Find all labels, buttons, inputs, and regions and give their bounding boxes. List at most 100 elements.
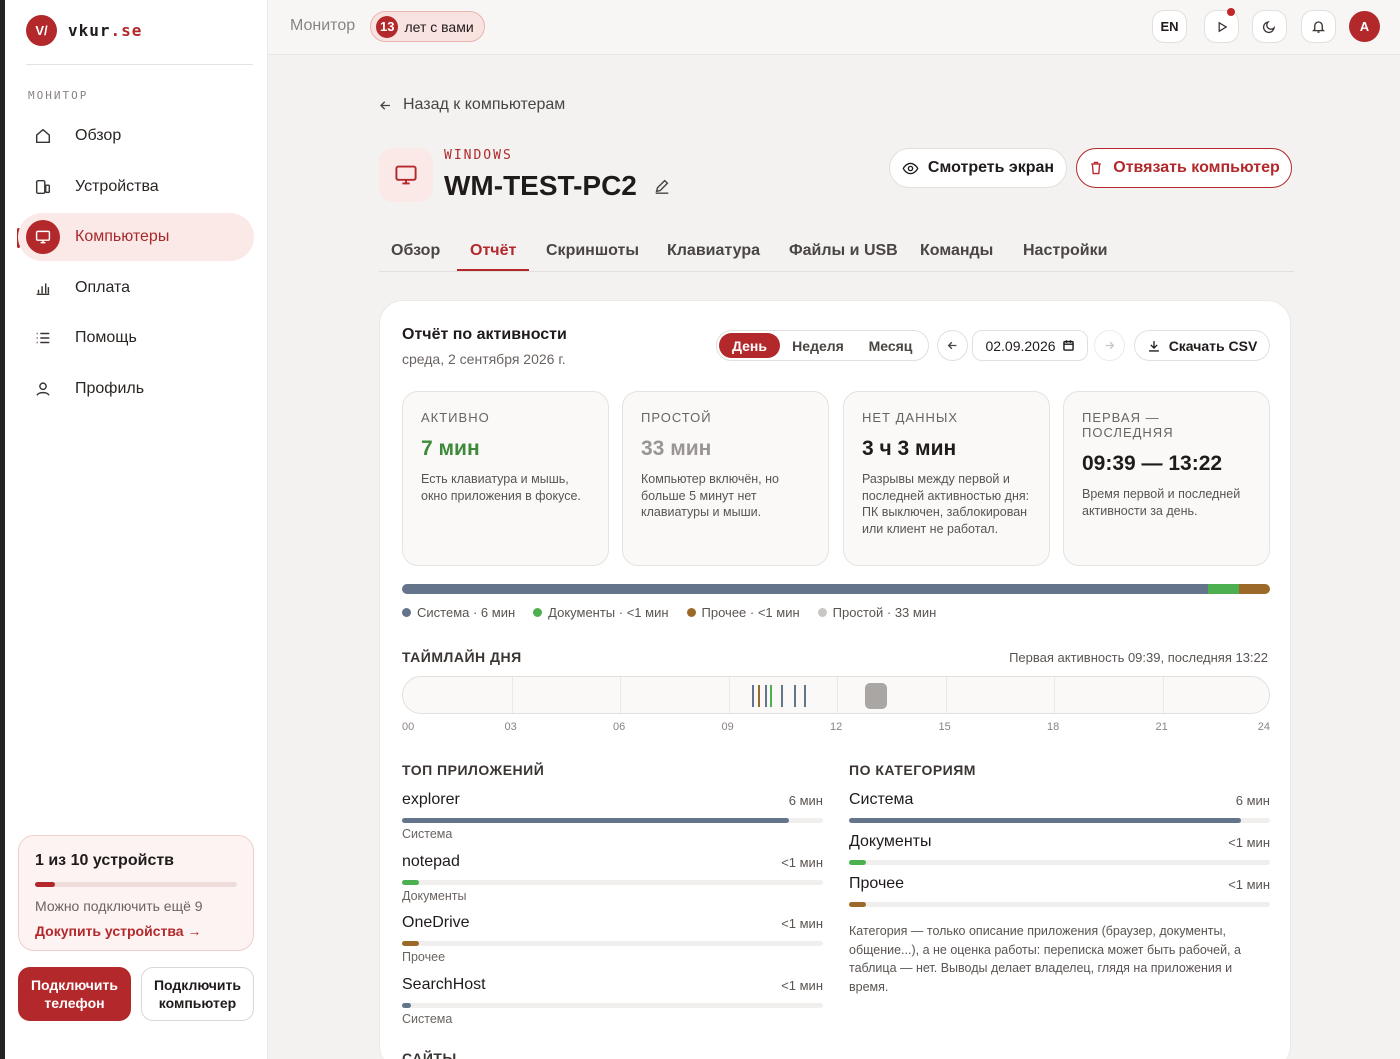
period-week[interactable]: Неделя xyxy=(780,333,856,358)
usage-time: <1 мин xyxy=(781,916,823,931)
notifications-button[interactable] xyxy=(1301,10,1336,43)
download-csv-label: Скачать CSV xyxy=(1168,337,1258,354)
stat-label: ПЕРВАЯ — ПОСЛЕДНЯЯ xyxy=(1082,410,1174,440)
legend-dot xyxy=(402,608,411,617)
usage-fill xyxy=(402,818,790,823)
avatar[interactable]: A xyxy=(1349,11,1380,42)
tab-report[interactable]: Отчёт xyxy=(470,242,516,260)
logo[interactable]: V/ vkur.se xyxy=(26,15,142,46)
connect-computer-button[interactable]: Подключить компьютер xyxy=(141,967,254,1021)
prev-day-button[interactable] xyxy=(937,330,968,361)
sidebar-item-help[interactable]: Помощь xyxy=(18,314,254,362)
connect-computer-label: Подключить компьютер xyxy=(153,977,241,1011)
tab-keyboard[interactable]: Клавиатура xyxy=(667,242,760,260)
usage-time: <1 мин xyxy=(781,854,823,870)
legend-label: Прочее · <1 мин xyxy=(701,605,800,620)
app-row[interactable]: OneDrive <1 мин Прочее xyxy=(402,914,823,974)
back-link[interactable]: Назад к компьютерам xyxy=(378,96,565,114)
timeline-title: ТАЙМЛАЙН ДНЯ xyxy=(402,649,522,665)
timeline-ticks: 00 03 06 09 12 15 18 21 24 xyxy=(402,721,1270,735)
devices-quota-card: 1 из 10 устройств Можно подключить ещё 9… xyxy=(18,835,254,951)
usage-track xyxy=(849,860,1270,865)
sidebar-item-label: Оплата xyxy=(75,279,131,296)
activity-mark xyxy=(770,685,773,707)
activity-mark xyxy=(804,685,807,707)
tab-files-usb[interactable]: Файлы и USB xyxy=(789,242,898,260)
timeline-tick: 24 xyxy=(1257,721,1270,733)
activity-mark xyxy=(764,685,767,707)
report-date: среда, 2 сентября 2026 г. xyxy=(402,351,566,367)
stat-active: АКТИВНО 7 мин Есть клавиатура и мышь, ок… xyxy=(402,391,609,566)
sidebar-item-overview[interactable]: Обзор xyxy=(18,112,254,160)
app-category: Прочее xyxy=(402,950,446,964)
stat-description: Разрывы между первой и последней активно… xyxy=(862,472,1030,536)
timeline-tick: 03 xyxy=(504,721,517,733)
app-row[interactable]: notepad <1 мин Документы xyxy=(402,853,823,913)
years-badge: 13 лет с вами xyxy=(370,11,485,42)
edit-icon[interactable] xyxy=(653,177,671,195)
legend-label: Документы · <1 мин xyxy=(548,605,669,620)
moon-icon xyxy=(1262,21,1275,34)
date-value: 02.09.2026 xyxy=(985,337,1056,354)
stat-value: 09:39 — 13:22 xyxy=(1082,452,1223,475)
tab-settings[interactable]: Настройки xyxy=(1023,242,1107,260)
theme-toggle-button[interactable] xyxy=(1252,10,1287,43)
activity-mark xyxy=(780,685,783,707)
language-button[interactable]: EN xyxy=(1152,10,1187,43)
tab-commands[interactable]: Команды xyxy=(920,242,993,260)
usage-time: 6 мин xyxy=(1235,793,1270,808)
sidebar-item-label: Компьютеры xyxy=(75,228,170,245)
computer-name: WM-TEST-PC2 xyxy=(444,170,671,202)
next-day-button[interactable] xyxy=(1094,330,1125,361)
activity-report-card: Отчёт по активности среда, 2 сентября 20… xyxy=(379,300,1291,1059)
years-count: 13 xyxy=(376,15,399,38)
date-input[interactable]: 02.09.2026 xyxy=(972,330,1088,361)
timeline-tick: 06 xyxy=(613,721,626,733)
legend-dot xyxy=(533,608,543,617)
timeline-gridline xyxy=(1054,677,1055,713)
devices-icon xyxy=(18,178,68,196)
app-row[interactable]: explorer 6 мин Система xyxy=(402,791,823,851)
buy-devices-link[interactable]: Докупить устройства → xyxy=(35,923,237,939)
sidebar-item-computers[interactable]: Компьютеры xyxy=(18,213,254,261)
monitor-icon xyxy=(18,220,68,254)
usage-track xyxy=(849,818,1270,823)
categories-title: ПО КАТЕГОРИЯМ xyxy=(849,762,976,778)
tab-overview[interactable]: Обзор xyxy=(391,242,440,260)
download-csv-button[interactable]: Скачать CSV xyxy=(1134,330,1270,361)
timeline-tick: 00 xyxy=(402,721,415,733)
breadcrumb[interactable]: Монитор xyxy=(290,17,355,35)
timeline-gridline xyxy=(728,677,730,713)
usage-fill xyxy=(849,860,866,865)
timeline-gridline xyxy=(837,677,838,713)
trash-icon xyxy=(1091,161,1102,175)
logo-text: vkur.se xyxy=(68,21,143,40)
category-share-bar xyxy=(402,584,1270,594)
play-button[interactable] xyxy=(1204,8,1239,43)
day-timeline[interactable] xyxy=(402,676,1270,714)
period-switch: День Неделя Месяц xyxy=(716,330,929,361)
period-day[interactable]: День xyxy=(719,333,780,358)
legend-label: Система · 6 мин xyxy=(417,605,516,620)
app-row[interactable]: SearchHost <1 мин Система xyxy=(402,976,823,1036)
connect-phone-button[interactable]: Подключить телефон xyxy=(18,967,131,1021)
topbar: Монитор 13 лет с вами EN A xyxy=(268,0,1400,55)
bell-icon xyxy=(1311,21,1326,33)
activity-mark xyxy=(758,685,761,707)
app-category: Документы xyxy=(402,888,467,903)
sidebar-item-devices[interactable]: Устройства xyxy=(18,163,254,211)
sidebar-item-billing[interactable]: Оплата xyxy=(18,264,254,312)
tab-screenshots[interactable]: Скриншоты xyxy=(546,242,639,260)
sidebar-item-profile[interactable]: Профиль xyxy=(18,365,254,413)
watch-screen-button[interactable]: Смотреть экран xyxy=(889,148,1067,188)
calendar-icon xyxy=(1062,340,1074,351)
usage-track xyxy=(402,1002,823,1008)
usage-track xyxy=(402,879,823,885)
period-month[interactable]: Месяц xyxy=(856,333,925,358)
unbind-computer-button[interactable]: Отвязать компьютер xyxy=(1076,148,1292,188)
share-segment xyxy=(402,584,1208,594)
legend-item: Система · 6 мин xyxy=(402,605,515,620)
timeline-tick: 12 xyxy=(830,721,843,733)
timeline-tick: 09 xyxy=(721,721,734,733)
chart-icon xyxy=(18,279,68,297)
